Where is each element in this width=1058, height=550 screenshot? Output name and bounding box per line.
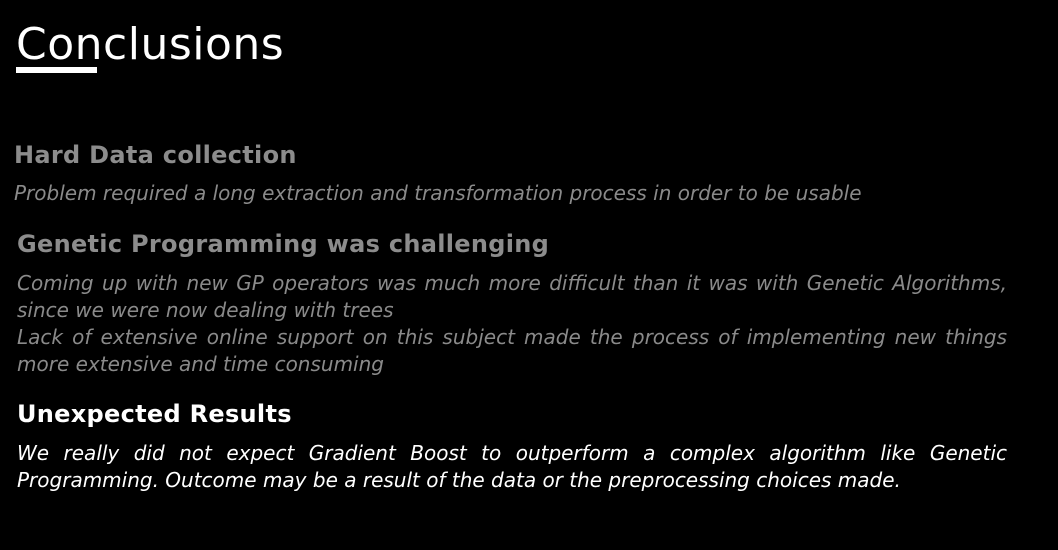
section-paragraph: Lack of extensive online support on this… <box>17 325 1007 376</box>
section-unexpected-results: Unexpected Results We really did not exp… <box>17 399 1007 494</box>
section-body: We really did not expect Gradient Boost … <box>17 440 1007 494</box>
section-body: Coming up with new GP operators was much… <box>17 270 1007 378</box>
section-paragraph: Coming up with new GP operators was much… <box>17 271 1007 322</box>
section-hard-data-collection: Hard Data collection Problem required a … <box>14 140 914 207</box>
slide-title: Conclusions <box>16 19 285 70</box>
section-genetic-programming: Genetic Programming was challenging Comi… <box>17 229 1007 378</box>
section-paragraph: We really did not expect Gradient Boost … <box>17 441 1007 492</box>
section-heading: Hard Data collection <box>14 141 297 169</box>
title-underline <box>16 67 97 73</box>
section-paragraph: Problem required a long extraction and t… <box>14 181 862 205</box>
section-body: Problem required a long extraction and t… <box>14 180 914 207</box>
section-heading: Genetic Programming was challenging <box>17 230 550 258</box>
section-heading: Unexpected Results <box>17 400 292 428</box>
